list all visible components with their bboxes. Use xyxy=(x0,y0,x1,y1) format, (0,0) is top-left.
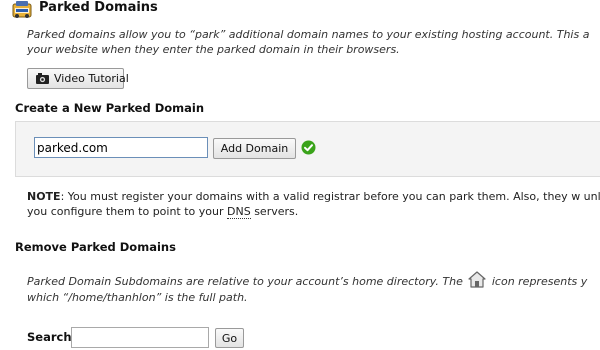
video-camera-icon xyxy=(36,73,49,84)
dns-abbreviation: DNS xyxy=(227,205,251,219)
parked-domains-logo-icon xyxy=(12,0,32,20)
subdomain-note: Parked Domain Subdomains are relative to… xyxy=(27,271,587,306)
intro-text-line-2: your website when they enter the parked … xyxy=(27,43,400,56)
registrar-note: NOTE: You must register your domains wit… xyxy=(27,189,600,219)
intro-text-line-1: Parked domains allow you to “park” addit… xyxy=(27,28,590,41)
note-text: : You must register your domains with a … xyxy=(27,190,600,218)
add-domain-button[interactable]: Add Domain xyxy=(213,138,296,159)
video-tutorial-button[interactable]: Video Tutorial xyxy=(27,68,129,89)
note-label: NOTE xyxy=(27,190,61,203)
create-section-heading: Create a New Parked Domain xyxy=(15,101,205,115)
go-button[interactable]: Go xyxy=(215,328,244,348)
home-icon xyxy=(468,271,486,288)
remove-section-heading: Remove Parked Domains xyxy=(15,240,176,254)
subdomain-note-line-2: which “/home/thanhlon” is the full path. xyxy=(27,291,248,304)
parked-domain-input[interactable] xyxy=(34,137,208,158)
subdomain-note-text: Parked Domain Subdomains are relative to… xyxy=(27,275,463,288)
video-tutorial-label: Video Tutorial xyxy=(54,72,129,85)
check-circle-icon xyxy=(301,140,316,155)
subdomain-note-text-cont: icon represents y xyxy=(491,275,588,288)
note-text-end: servers. xyxy=(250,205,299,218)
search-input[interactable] xyxy=(71,327,209,348)
search-label: Search xyxy=(27,330,72,344)
page-title: Parked Domains xyxy=(39,0,158,15)
